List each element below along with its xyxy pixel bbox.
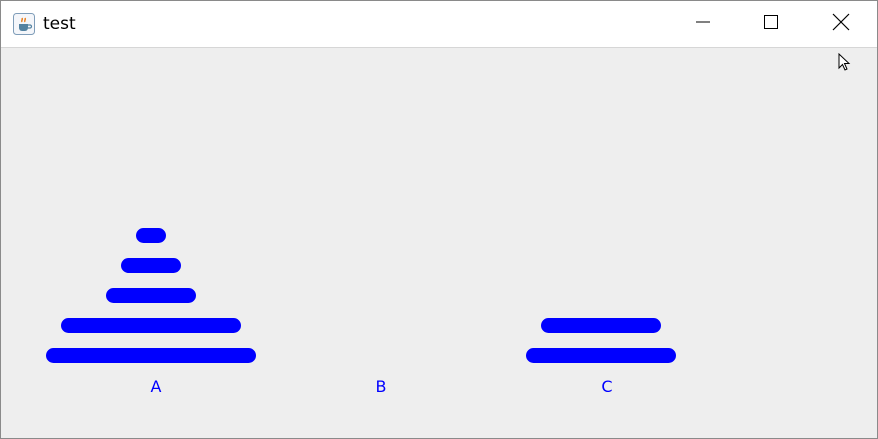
peg-label-b: B xyxy=(375,377,387,396)
title-bar[interactable]: test xyxy=(1,1,877,48)
minimize-icon xyxy=(695,14,711,35)
disk-a-5[interactable] xyxy=(46,348,256,363)
close-icon xyxy=(832,13,850,36)
app-window: test A B C xyxy=(0,0,878,439)
disk-a-2[interactable] xyxy=(121,258,181,273)
disk-c-2[interactable] xyxy=(526,348,676,363)
minimize-button[interactable] xyxy=(669,1,737,47)
hanoi-canvas[interactable]: A B C xyxy=(1,48,877,438)
close-button[interactable] xyxy=(807,1,875,47)
java-coffee-cup-icon[interactable] xyxy=(13,13,35,35)
peg-label-c: C xyxy=(601,377,613,396)
disk-a-3[interactable] xyxy=(106,288,196,303)
peg-label-a: A xyxy=(150,377,162,396)
disk-a-4[interactable] xyxy=(61,318,241,333)
maximize-button[interactable] xyxy=(737,1,805,47)
disk-c-1[interactable] xyxy=(541,318,661,333)
mouse-cursor-icon xyxy=(838,52,852,73)
disk-a-1[interactable] xyxy=(136,228,166,243)
window-title: test xyxy=(43,14,76,34)
maximize-icon xyxy=(763,14,779,35)
